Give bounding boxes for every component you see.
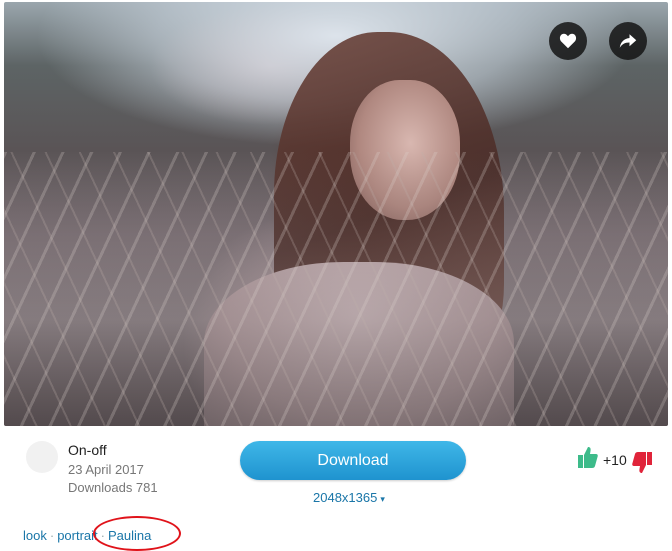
tag-separator: ·: [49, 528, 55, 543]
photo-wheat-field: [4, 152, 668, 426]
download-button-label: Download: [317, 451, 389, 469]
main-photo: [4, 2, 668, 426]
thumbs-down-icon: [632, 452, 652, 473]
download-count: Downloads 781: [68, 480, 158, 495]
resolution-select[interactable]: 2048x1365 ▾: [313, 490, 385, 505]
download-button[interactable]: Download: [240, 441, 466, 480]
upload-date: 23 April 2017: [68, 462, 144, 477]
share-button[interactable]: [609, 22, 647, 60]
tag-portrait[interactable]: portrait: [57, 528, 97, 543]
resolution-value: 2048x1365: [313, 490, 378, 505]
caret-down-icon: ▾: [380, 494, 385, 504]
thumbs-down-button[interactable]: [632, 452, 652, 479]
thumbs-up-button[interactable]: [578, 446, 598, 473]
avatar[interactable]: [26, 441, 58, 473]
share-icon: [619, 34, 637, 48]
like-button[interactable]: [549, 22, 587, 60]
heart-icon: [559, 33, 577, 49]
author-name[interactable]: On-off: [68, 442, 107, 458]
red-highlight-circle: [93, 516, 181, 551]
tag-look[interactable]: look: [23, 528, 47, 543]
thumbs-up-icon: [578, 447, 598, 468]
vote-count: +10: [603, 452, 627, 468]
